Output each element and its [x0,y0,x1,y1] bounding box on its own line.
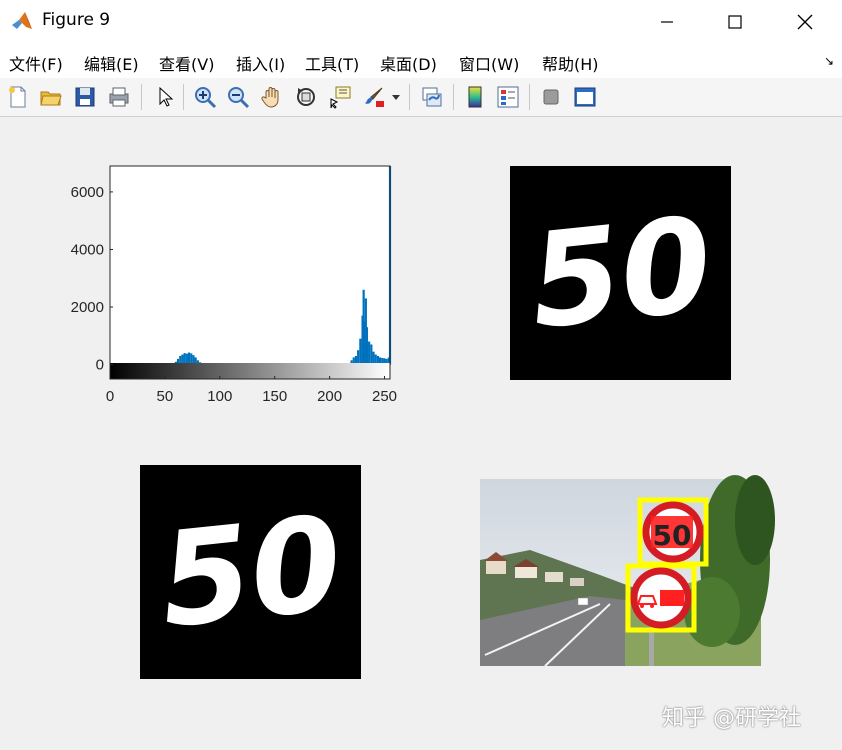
y-tick-label: 0 [96,357,104,374]
histogram-bar [190,353,193,365]
binary-digits-text: 50 [523,188,719,358]
histogram-bar [368,341,371,365]
car-wheel [640,604,644,608]
binary-digits-text: 50 [153,487,349,657]
binary-sign-top-right[interactable]: 50 [510,166,731,380]
x-tick-label: 150 [262,388,287,405]
car-wheel [650,604,654,608]
figure-axes-layer: 0 2000 4000 6000 0 50 100 150 200 250 50 50 [71,165,775,679]
figure-window: Figure 9 文件(F) 编辑(E) 查看(V) 插入(I) 工具(T) 桌… [0,0,842,750]
grayscale-colorbar [110,363,390,379]
x-tick-label: 0 [106,388,114,405]
histogram-bar [370,344,373,365]
x-tick-label: 200 [317,388,342,405]
x-tick-label: 250 [372,388,397,405]
histogram-bar [185,353,188,365]
histogram-bar [372,351,375,365]
y-tick-label: 4000 [71,241,104,258]
binary-sign-bottom-left[interactable]: 50 [140,465,361,679]
y-tick-label: 6000 [71,184,104,201]
histogram-y-ticks: 0 2000 4000 6000 [71,184,113,374]
histogram-bar [359,338,362,365]
histogram-axes[interactable]: 0 2000 4000 6000 0 50 100 150 200 250 [71,165,397,405]
histogram-bar [365,327,369,365]
histogram-x-ticks: 0 50 100 150 200 250 [106,376,397,405]
speed-limit-text: 50 [653,519,692,552]
watermark-text: 知乎 @研学社 [662,706,801,731]
histogram-bar [357,350,360,365]
histogram-bar [183,353,186,365]
photo-car [577,597,589,606]
x-tick-label: 50 [157,388,174,405]
histogram-plot-area [110,166,390,379]
red-car-shape [660,590,684,606]
histogram-bar [187,352,191,365]
y-tick-label: 2000 [71,299,104,316]
detection-photo[interactable]: 50 [480,475,775,667]
x-tick-label: 100 [207,388,232,405]
